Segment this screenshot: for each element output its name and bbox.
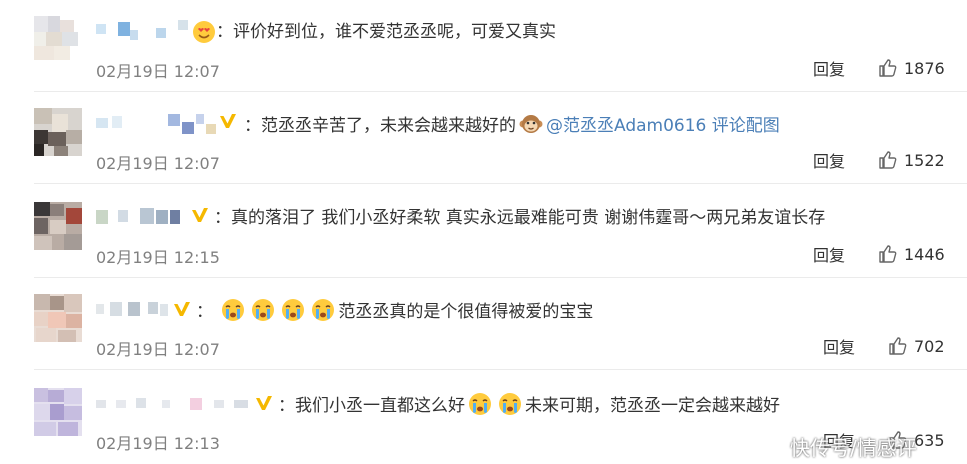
like-count: 1446 xyxy=(904,245,945,264)
thumbs-up-icon xyxy=(879,59,897,77)
timestamp: 02月19日 12:15 xyxy=(96,248,220,267)
avatar[interactable] xyxy=(34,108,82,156)
comment-item: ：真的落泪了 我们小丞好柔软 真实永远最难能可贵 谢谢伟霆哥～两兄弟友谊长存 0… xyxy=(0,186,967,278)
comment-text: ：评价好到位，谁不爱范丞丞呢，可爱又真实 xyxy=(216,20,556,44)
comment-text: ：真的落泪了 我们小丞好柔软 真实永远最难能可贵 谢谢伟霆哥～两兄弟友谊长存 xyxy=(214,206,825,230)
timestamp: 02月19日 12:07 xyxy=(96,340,220,359)
username-blurred[interactable] xyxy=(96,18,188,44)
separator: ： xyxy=(214,208,231,228)
monkey-face-emoji-icon xyxy=(519,115,543,133)
avatar[interactable] xyxy=(34,388,82,436)
thumbs-up-icon xyxy=(889,337,907,355)
crying-face-emoji-icon xyxy=(282,299,305,321)
comment-body-part2: 未来可期，范丞丞一定会越来越好 xyxy=(525,396,780,416)
v-verified-badge-icon xyxy=(192,208,208,222)
avatar[interactable] xyxy=(34,202,82,250)
like-count: 1522 xyxy=(904,151,945,170)
crying-face-emoji-icon xyxy=(469,393,491,415)
separator: ： xyxy=(278,396,295,416)
comment-body: 范丞丞辛苦了，未来会越来越好的 xyxy=(261,116,516,136)
reply-button[interactable]: 回复 xyxy=(813,242,845,266)
like-count: 1876 xyxy=(904,59,945,78)
v-verified-badge-icon xyxy=(174,302,190,316)
comment-text: ：范丞丞辛苦了，未来会越来越好的 @范丞丞Adam0616 评论配图 xyxy=(244,112,780,138)
comment-item: ：评价好到位，谁不爱范丞丞呢，可爱又真实 02月19日 12:07 回复 187… xyxy=(0,0,967,92)
avatar[interactable] xyxy=(34,16,82,64)
avatar[interactable] xyxy=(34,294,82,342)
comment-body: 真的落泪了 我们小丞好柔软 真实永远最难能可贵 谢谢伟霆哥～两兄弟友谊长存 xyxy=(231,208,826,228)
crying-face-emoji-icon xyxy=(312,299,335,321)
separator: ： xyxy=(196,302,213,322)
thumbs-up-icon xyxy=(879,151,897,169)
divider xyxy=(34,183,967,184)
timestamp: 02月19日 12:07 xyxy=(96,62,220,81)
like-count: 702 xyxy=(914,337,945,356)
v-verified-badge-icon xyxy=(220,114,236,128)
comment-body: 评价好到位，谁不爱范丞丞呢，可爱又真实 xyxy=(233,22,556,42)
comment-body-part1: 我们小丞一直都这么好 xyxy=(295,396,465,416)
thumbs-up-icon xyxy=(879,245,897,263)
username-blurred[interactable] xyxy=(96,390,256,416)
like-count: 635 xyxy=(914,431,945,450)
username-blurred[interactable] xyxy=(96,204,186,230)
separator: ： xyxy=(216,22,233,42)
comment-body: 范丞丞真的是个很值得被爱的宝宝 xyxy=(338,302,594,322)
comment-item: ：范丞丞辛苦了，未来会越来越好的 @范丞丞Adam0616 评论配图 02月19… xyxy=(0,92,967,184)
heart-eyes-emoji-icon xyxy=(193,21,215,43)
username-blurred[interactable] xyxy=(96,110,226,136)
reply-button[interactable]: 回复 xyxy=(813,56,845,80)
timestamp: 02月19日 12:13 xyxy=(96,434,220,453)
comment-image-link[interactable]: 评论配图 xyxy=(712,116,780,136)
comment-text: ：我们小丞一直都这么好 未来可期，范丞丞一定会越来越好 xyxy=(278,392,780,418)
v-verified-badge-icon xyxy=(256,396,272,410)
watermark: 快传号/情感评 xyxy=(790,436,917,460)
mention-link[interactable]: @范丞丞Adam0616 xyxy=(546,116,706,136)
crying-face-emoji-icon xyxy=(499,393,521,415)
crying-face-emoji-icon xyxy=(252,299,275,321)
comment-item: ： 范丞丞真的是个很值得被爱的宝宝 02月19日 12:07 回复 702 xyxy=(0,278,967,370)
reply-button[interactable]: 回复 xyxy=(813,148,845,172)
username-blurred[interactable] xyxy=(96,296,176,322)
crying-face-emoji-icon xyxy=(222,299,245,321)
divider xyxy=(34,369,967,370)
separator: ： xyxy=(244,116,261,136)
comment-text: ： 范丞丞真的是个很值得被爱的宝宝 xyxy=(196,298,593,324)
reply-button[interactable]: 回复 xyxy=(823,334,855,358)
timestamp: 02月19日 12:07 xyxy=(96,154,220,173)
